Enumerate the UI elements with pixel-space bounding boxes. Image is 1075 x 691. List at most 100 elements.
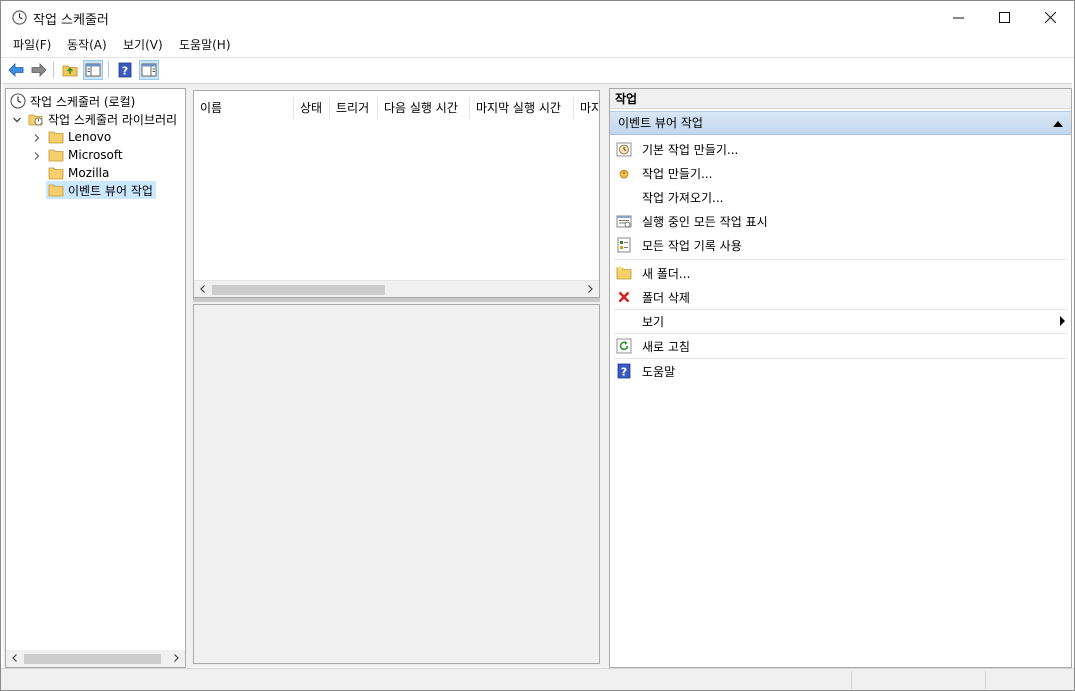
task-list-horizontal-scrollbar[interactable]	[194, 280, 599, 297]
chevron-down-icon[interactable]	[12, 115, 22, 125]
action-display-running-tasks[interactable]: 실행 중인 모든 작업 표시	[610, 209, 1071, 233]
action-label: 폴더 삭제	[642, 290, 690, 305]
task-details-pane	[193, 304, 600, 664]
action-label: 모든 작업 기록 사용	[642, 238, 742, 253]
center-splitter[interactable]	[193, 298, 600, 302]
action-help[interactable]: ? 도움말	[610, 359, 1071, 383]
console-tree: 작업 스케줄러 (로컬) 작업 스케줄러 라이브러리 Lenovo Micros…	[5, 88, 186, 668]
chevron-right-icon[interactable]	[32, 151, 42, 161]
title-bar: 작업 스케줄러	[1, 1, 1074, 33]
tree-item-label: Microsoft	[68, 148, 123, 162]
scrollbar-thumb[interactable]	[24, 654, 161, 664]
submenu-arrow-icon	[1060, 316, 1065, 326]
minimize-icon	[952, 17, 964, 18]
show-hide-console-tree-button[interactable]	[83, 60, 103, 80]
scroll-left-icon[interactable]	[10, 653, 20, 663]
scroll-left-icon[interactable]	[198, 284, 208, 294]
actions-section-title: 이벤트 뷰어 작업	[618, 116, 703, 130]
left-splitter[interactable]	[187, 88, 192, 668]
clock-icon	[10, 93, 26, 109]
help-icon: ?	[616, 363, 632, 379]
maximize-icon	[998, 11, 1010, 23]
forward-button[interactable]	[29, 60, 49, 80]
column-header-triggers[interactable]: 트리거	[330, 97, 378, 119]
tree-item-mozilla[interactable]: Mozilla	[48, 164, 109, 182]
tree-item-library[interactable]: 작업 스케줄러 라이브러리	[28, 110, 177, 128]
collapse-arrow-icon[interactable]	[1053, 121, 1063, 127]
show-hide-action-pane-button[interactable]	[139, 60, 159, 80]
right-splitter[interactable]	[602, 88, 607, 668]
tree-item-label: 작업 스케줄러 (로컬)	[30, 94, 136, 109]
task-history-icon	[616, 237, 632, 253]
action-view[interactable]: 보기	[610, 309, 1071, 333]
tree-item-label: 작업 스케줄러 라이브러리	[48, 112, 178, 127]
action-delete-folder[interactable]: 폴더 삭제	[610, 285, 1071, 309]
column-header-last-run[interactable]: 마지막 실행 시간	[470, 97, 574, 119]
close-button[interactable]	[1027, 1, 1073, 33]
folder-icon	[48, 184, 64, 197]
close-icon	[1044, 11, 1056, 23]
back-arrow-icon	[8, 63, 24, 77]
console-tree-icon	[85, 63, 101, 77]
create-task-icon	[616, 165, 632, 181]
help-icon: ?	[118, 62, 132, 78]
tree-item-microsoft[interactable]: Microsoft	[48, 146, 123, 164]
menu-bar: 파일(F) 동작(A) 보기(V) 도움말(H)	[1, 33, 1074, 55]
action-create-basic-task[interactable]: 기본 작업 만들기...	[610, 137, 1071, 161]
action-label: 보기	[642, 314, 665, 329]
back-button[interactable]	[6, 60, 26, 80]
toolbar-separator	[108, 62, 109, 78]
actions-header: 작업	[610, 89, 1071, 109]
chevron-right-icon[interactable]	[32, 133, 42, 143]
maximize-button[interactable]	[981, 1, 1027, 33]
blank-icon	[616, 313, 632, 329]
tree-horizontal-scrollbar[interactable]	[6, 650, 185, 667]
action-import-task[interactable]: 작업 가져오기...	[610, 185, 1071, 209]
scroll-right-icon[interactable]	[171, 653, 181, 663]
column-header-name[interactable]: 이름	[194, 97, 294, 119]
action-new-folder[interactable]: 새 폴더...	[610, 261, 1071, 285]
action-enable-task-history[interactable]: 모든 작업 기록 사용	[610, 233, 1071, 257]
toolbar: ?	[1, 57, 1074, 82]
menu-file[interactable]: 파일(F)	[13, 36, 51, 53]
action-label: 기본 작업 만들기...	[642, 142, 739, 157]
status-bar	[1, 668, 1074, 690]
task-scheduler-window: 작업 스케줄러 파일(F) 동작(A) 보기(V) 도움말(H) ? 작업 스케…	[0, 0, 1075, 691]
menu-view[interactable]: 보기(V)	[123, 36, 163, 53]
task-list: 이름 상태 트리거 다음 실행 시간 마지막 실행 시간 마지	[193, 90, 600, 298]
refresh-icon	[616, 338, 632, 354]
column-header-status[interactable]: 상태	[294, 97, 330, 119]
actions-divider	[614, 259, 1067, 260]
svg-text:?: ?	[122, 65, 128, 78]
scrollbar-thumb[interactable]	[212, 285, 385, 295]
action-create-task[interactable]: 작업 만들기...	[610, 161, 1071, 185]
svg-text:?: ?	[621, 366, 627, 379]
forward-arrow-icon	[31, 63, 47, 77]
toolbar-separator	[53, 62, 54, 78]
tree-item-lenovo[interactable]: Lenovo	[48, 128, 111, 146]
blank-icon	[616, 189, 632, 205]
tree-item-label: 이벤트 뷰어 작업	[68, 183, 153, 198]
library-folder-icon	[28, 114, 43, 126]
tree-item-label: Lenovo	[68, 130, 112, 144]
up-folder-button[interactable]	[60, 60, 80, 80]
action-refresh[interactable]: 새로 고침	[610, 334, 1071, 358]
minimize-button[interactable]	[935, 1, 981, 33]
column-header-next-run[interactable]: 다음 실행 시간	[378, 97, 470, 119]
actions-section-header[interactable]: 이벤트 뷰어 작업	[610, 111, 1071, 135]
folder-icon	[48, 131, 64, 144]
scroll-right-icon[interactable]	[585, 284, 595, 294]
up-folder-icon	[62, 65, 78, 77]
tree-item-root[interactable]: 작업 스케줄러 (로컬)	[10, 92, 135, 110]
help-button[interactable]: ?	[115, 60, 135, 80]
menu-help[interactable]: 도움말(H)	[179, 36, 231, 53]
menu-action[interactable]: 동작(A)	[67, 36, 107, 53]
tree-item-event-viewer-tasks[interactable]: 이벤트 뷰어 작업	[46, 181, 156, 199]
action-label: 새로 고침	[642, 339, 690, 354]
action-pane-icon	[141, 63, 157, 77]
column-header-last-result[interactable]: 마지	[574, 97, 599, 119]
workspace: 작업 스케줄러 (로컬) 작업 스케줄러 라이브러리 Lenovo Micros…	[3, 83, 1072, 668]
running-tasks-icon	[616, 213, 632, 229]
action-label: 작업 가져오기...	[642, 190, 724, 205]
new-folder-icon	[616, 265, 632, 281]
